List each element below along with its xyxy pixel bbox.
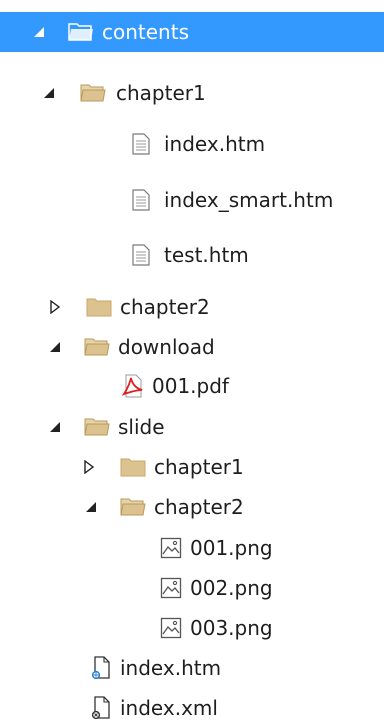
folder-icon <box>120 456 146 478</box>
document-icon <box>128 133 154 155</box>
tree-item-slide[interactable]: slide <box>0 407 384 447</box>
tree-item-label: index.xml <box>120 696 218 720</box>
image-icon <box>158 577 184 599</box>
tree-item-label: test.htm <box>164 243 249 267</box>
tree-item-label: download <box>118 335 215 359</box>
tree-item-label: chapter1 <box>154 455 244 479</box>
open-folder-icon <box>84 416 110 438</box>
tree-item-file[interactable]: index.htm <box>0 123 384 165</box>
tree-item-label: index_smart.htm <box>164 188 334 212</box>
image-icon <box>158 617 184 639</box>
tree-item-label: 002.png <box>190 576 273 600</box>
document-icon <box>128 189 154 211</box>
pdf-icon <box>120 374 146 398</box>
tree-item-label: index.htm <box>120 656 222 680</box>
tree-item-chapter2[interactable]: chapter2 <box>0 287 384 327</box>
collapsed-caret-icon[interactable] <box>82 460 96 474</box>
open-folder-icon <box>68 21 94 43</box>
tree-item-slide-chapter1[interactable]: chapter1 <box>0 447 384 487</box>
tree-item-file[interactable]: 001.pdf <box>0 366 384 406</box>
tree-item-label: contents <box>102 20 189 44</box>
expanded-caret-icon[interactable] <box>32 25 46 39</box>
tree-item-label: 001.png <box>190 536 273 560</box>
tree-item-file[interactable]: 003.png <box>0 608 384 648</box>
tree-item-label: chapter2 <box>154 495 244 519</box>
web-document-icon <box>88 656 114 680</box>
open-folder-icon <box>80 82 106 104</box>
xml-document-icon <box>88 696 114 720</box>
collapsed-caret-icon[interactable] <box>48 300 62 314</box>
tree-item-file[interactable]: index_smart.htm <box>0 179 384 221</box>
tree-item-label: index.htm <box>164 132 266 156</box>
tree-item-label: chapter1 <box>116 81 206 105</box>
tree-item-file[interactable]: index.xml <box>0 688 384 728</box>
tree-item-contents[interactable]: contents <box>0 12 384 52</box>
tree-item-download[interactable]: download <box>0 327 384 367</box>
tree-item-chapter1[interactable]: chapter1 <box>0 73 384 113</box>
tree-item-slide-chapter2[interactable]: chapter2 <box>0 487 384 527</box>
open-folder-icon <box>120 496 146 518</box>
expanded-caret-icon[interactable] <box>84 500 98 514</box>
tree-item-file[interactable]: test.htm <box>0 234 384 276</box>
image-icon <box>158 537 184 559</box>
tree-item-label: slide <box>118 415 165 439</box>
document-icon <box>128 244 154 266</box>
open-folder-icon <box>84 336 110 358</box>
expanded-caret-icon[interactable] <box>48 340 62 354</box>
tree-item-label: 003.png <box>190 616 273 640</box>
tree-item-file[interactable]: index.htm <box>0 648 384 688</box>
folder-icon <box>86 296 112 318</box>
expanded-caret-icon[interactable] <box>42 86 56 100</box>
tree-item-label: 001.pdf <box>152 374 229 398</box>
tree-item-file[interactable]: 002.png <box>0 568 384 608</box>
tree-item-label: chapter2 <box>120 295 210 319</box>
tree-item-file[interactable]: 001.png <box>0 528 384 568</box>
expanded-caret-icon[interactable] <box>48 420 62 434</box>
